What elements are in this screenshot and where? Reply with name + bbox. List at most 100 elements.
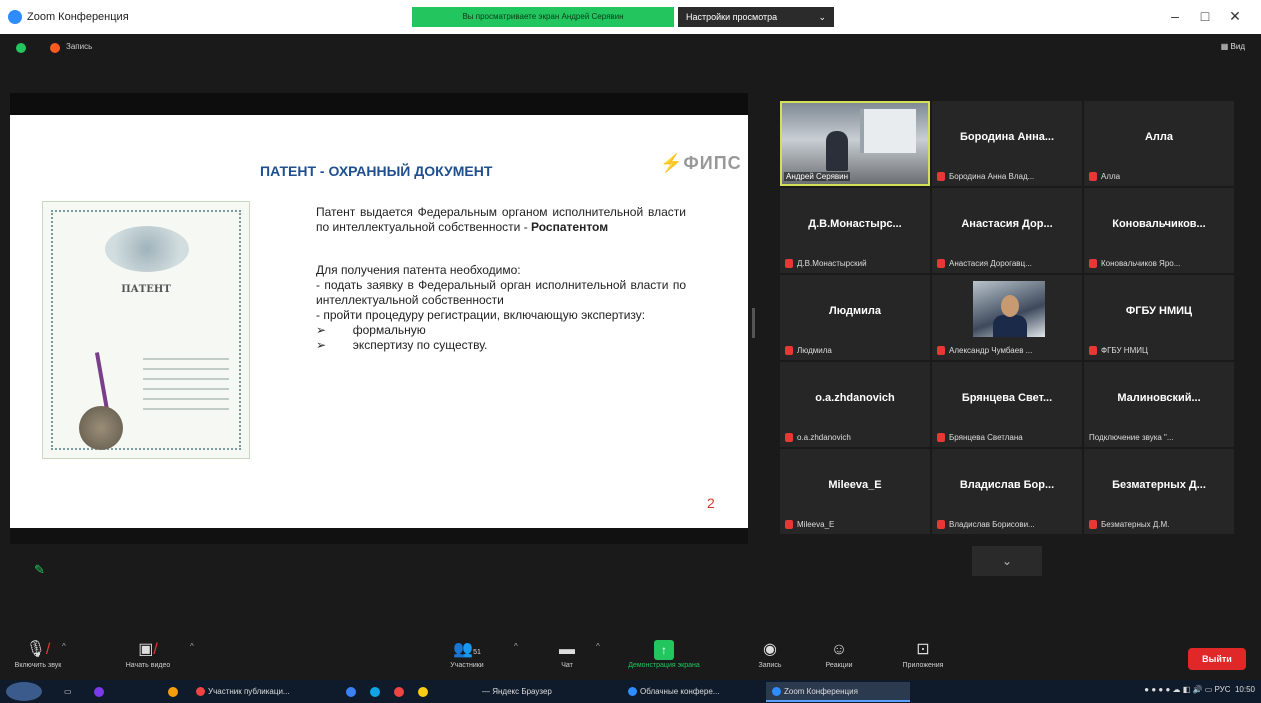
view-options-button[interactable]: Настройки просмотра ⌄ <box>678 7 834 27</box>
participant-display-name: Безматерных Д... <box>1112 479 1206 491</box>
bullet-text: формальную <box>352 323 426 337</box>
chevron-up-icon[interactable]: ^ <box>190 642 194 651</box>
chevron-up-icon[interactable]: ^ <box>62 642 66 651</box>
slide-page-number: 2 <box>707 495 715 511</box>
participant-name: Владислав Борисови... <box>949 520 1035 529</box>
avatar-body <box>993 315 1027 337</box>
app-icon[interactable] <box>370 684 383 700</box>
fips-logo: ⚡ФИПС <box>660 153 742 173</box>
chat-button[interactable]: ▬ Чат ^ <box>550 640 600 669</box>
chevron-up-icon[interactable]: ^ <box>514 642 518 651</box>
mic-muted-icon <box>785 259 793 268</box>
language-indicator[interactable]: РУС <box>1214 685 1230 694</box>
participant-display-name: Анастасия Дор... <box>961 218 1053 230</box>
leave-button[interactable]: Выйти <box>1188 648 1246 670</box>
apps-icon: ⊡ <box>916 641 930 658</box>
participant-display-name: ФГБУ НМИЦ <box>1125 305 1193 317</box>
participant-tile[interactable]: Mileeva_E Mileeva_E <box>780 449 930 534</box>
video-person <box>826 131 848 171</box>
mic-muted-icon <box>1089 172 1097 181</box>
taskbar-app-yandex[interactable]: — Яндекс Браузер <box>476 682 600 702</box>
mic-muted-icon <box>937 259 945 268</box>
participant-avatar <box>973 281 1045 337</box>
mic-muted-icon <box>937 433 945 442</box>
app-icon[interactable] <box>418 684 431 700</box>
shared-slide: ПАТЕНТ - ОХРАННЫЙ ДОКУМЕНТ ⚡ФИПС ПАТЕНТ … <box>10 115 748 528</box>
split-handle[interactable] <box>752 308 755 338</box>
participant-display-name: Коновальчиков... <box>1112 218 1206 230</box>
participants-button[interactable]: 👥51 Участники ^ <box>440 640 518 669</box>
minimize-button[interactable]: – <box>1160 6 1190 26</box>
participant-display-name: o.a.zhdanovich <box>815 392 895 404</box>
participant-tile[interactable]: Коновальчиков... Коновальчиков Яро... <box>1084 188 1234 273</box>
slide-paragraph-2-line-3: - пройти процедуру регистрации, включающ… <box>316 308 646 322</box>
participant-tile[interactable]: Малиновский... Подключение звука "... <box>1084 362 1234 447</box>
recording-label: Запись <box>66 42 93 51</box>
participant-tile[interactable]: Андрей Серявин <box>780 101 930 186</box>
avatar-face <box>1001 295 1019 317</box>
slide-title: ПАТЕНТ - ОХРАННЫЙ ДОКУМЕНТ <box>260 163 493 179</box>
participant-tile[interactable]: Людмила Людмила <box>780 275 930 360</box>
record-icon <box>50 43 60 53</box>
share-screen-button[interactable]: ↑ Демонстрация экрана <box>624 640 704 669</box>
unmute-label: Включить звук <box>14 662 62 669</box>
participant-tile[interactable]: Безматерных Д... Безматерных Д.М. <box>1084 449 1234 534</box>
participant-display-name: Бородина Анна... <box>960 131 1054 143</box>
apps-button[interactable]: ⊡ Приложения <box>886 640 960 669</box>
apps-label: Приложения <box>902 662 944 669</box>
app-icon[interactable] <box>94 684 107 700</box>
participant-name: Людмила <box>797 346 832 355</box>
shared-screen-bottom <box>10 528 748 544</box>
participant-tile[interactable]: Александр Чумбаев ... <box>932 275 1082 360</box>
participant-tile[interactable]: Алла Алла <box>1084 101 1234 186</box>
coat-of-arms-icon <box>105 226 189 272</box>
participant-tile[interactable]: Владислав Бор... Владислав Борисови... <box>932 449 1082 534</box>
participant-tile[interactable]: Д.В.Монастырс... Д.В.Монастырский <box>780 188 930 273</box>
gallery-next-page-button[interactable]: ⌄ <box>972 546 1042 576</box>
shield-icon[interactable] <box>16 43 26 53</box>
camera-off-icon: ▣/ <box>138 641 158 658</box>
tray-icons[interactable]: ● ● ● ● ☁ ◧ 🔊 ▭ <box>1144 685 1214 694</box>
participant-name: Подключение звука "... <box>1089 433 1174 442</box>
meeting-toolbar: 🎙/ Включить звук ^ ▣/ Начать видео ^ 👥51… <box>0 636 1261 680</box>
mic-muted-icon <box>785 520 793 529</box>
chevron-up-icon[interactable]: ^ <box>596 642 600 651</box>
participant-tile[interactable]: Анастасия Дор... Анастасия Дорогавц... <box>932 188 1082 273</box>
record-label: Запись <box>758 662 782 669</box>
clock[interactable]: 10:50 <box>1235 685 1255 694</box>
bullet-item: ➢ экспертизу по существу. <box>316 338 488 352</box>
annotate-pen-icon[interactable]: ✎ <box>34 562 52 580</box>
taskbar-app-zoom[interactable]: Zoom Конференция <box>766 682 910 702</box>
mic-muted-icon <box>937 172 945 181</box>
view-label: Вид <box>1230 42 1245 51</box>
start-button[interactable] <box>6 682 42 701</box>
app-icon[interactable] <box>168 684 181 700</box>
participant-tile[interactable]: o.a.zhdanovich o.a.zhdanovich <box>780 362 930 447</box>
participant-name: Александр Чумбаев ... <box>949 346 1033 355</box>
start-video-button[interactable]: ▣/ Начать видео ^ <box>116 640 194 669</box>
participant-name: Безматерных Д.М. <box>1101 520 1170 529</box>
mic-muted-icon <box>937 520 945 529</box>
view-button[interactable]: ▦ Вид <box>1221 42 1245 51</box>
taskbar-app-cloud[interactable]: Облачные конфере... <box>622 682 758 702</box>
app-icon[interactable] <box>346 684 359 700</box>
slide-paragraph-2-line-1: Для получения патента необходимо: <box>316 263 521 277</box>
reactions-button[interactable]: ☺ Реакции <box>818 640 860 669</box>
participants-icon: 👥51 <box>453 641 481 658</box>
mic-muted-icon <box>785 433 793 442</box>
participant-tile[interactable]: Брянцева Свет... Брянцева Светлана <box>932 362 1082 447</box>
task-view-icon[interactable]: ▭ <box>64 684 72 700</box>
title-bar: Zoom Конференция Вы просматриваете экран… <box>0 0 1261 34</box>
participant-display-name: Владислав Бор... <box>959 479 1055 491</box>
viewing-screen-banner: Вы просматриваете экран Андрей Серявин <box>412 7 674 27</box>
record-button[interactable]: ◉ Запись <box>750 640 790 669</box>
view-options-label: Настройки просмотра <box>686 12 778 22</box>
participant-tile[interactable]: Бородина Анна... Бородина Анна Влад... <box>932 101 1082 186</box>
taskbar-app-browser[interactable]: Участник публикаци... <box>190 682 334 702</box>
unmute-button[interactable]: 🎙/ Включить звук ^ <box>6 640 70 669</box>
close-button[interactable]: ✕ <box>1220 6 1250 26</box>
participant-tile[interactable]: ФГБУ НМИЦ ФГБУ НМИЦ <box>1084 275 1234 360</box>
app-icon[interactable] <box>394 684 407 700</box>
maximize-button[interactable]: □ <box>1190 6 1220 26</box>
participant-name: Д.В.Монастырский <box>797 259 867 268</box>
